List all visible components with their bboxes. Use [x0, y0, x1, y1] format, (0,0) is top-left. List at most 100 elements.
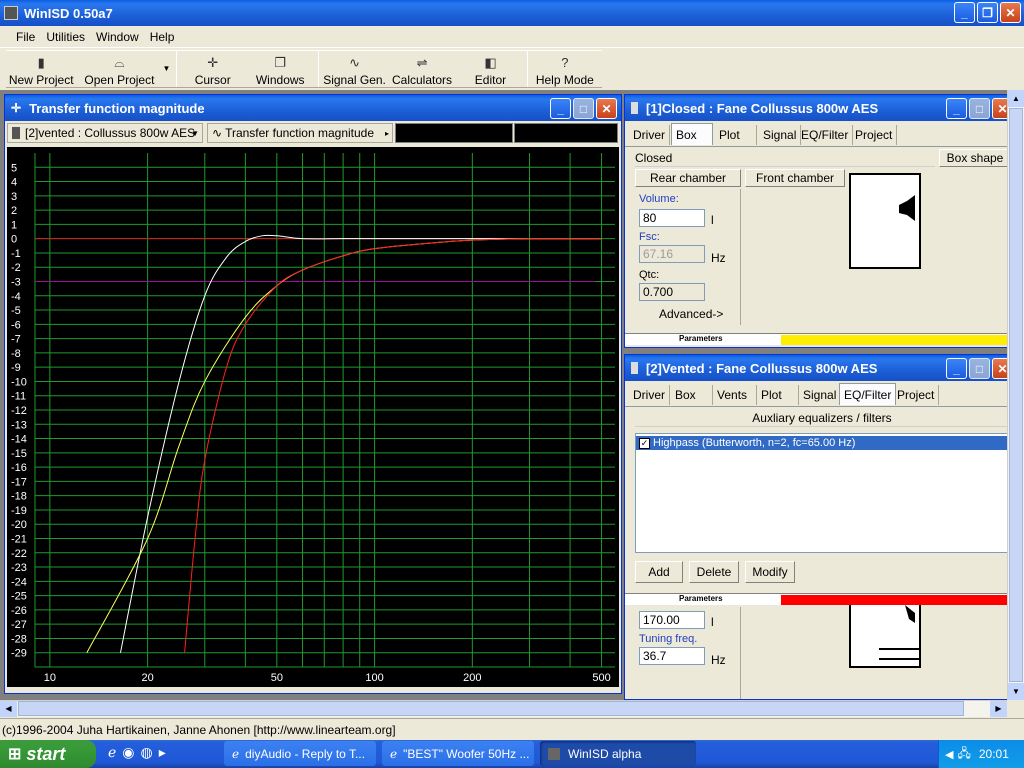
horizontal-scrollbar[interactable]: ◀ ▶: [0, 700, 1007, 717]
windows-button[interactable]: ❐ Windows: [242, 53, 318, 88]
tab-box[interactable]: Box: [671, 123, 713, 145]
media-icon[interactable]: ◉: [122, 744, 134, 761]
vented-minimize-button[interactable]: _: [946, 358, 967, 379]
list-item[interactable]: ✓ Highpass (Butterworth, n=2, fc=65.00 H…: [636, 436, 1007, 450]
volume-input[interactable]: 170.00: [639, 611, 705, 629]
x-tick-label: 100: [365, 672, 383, 684]
tab-project[interactable]: Project: [893, 385, 940, 405]
signal-gen-icon: ∿: [349, 55, 360, 70]
plot-window-title-bar[interactable]: ✛ Transfer function magnitude _ □ ✕: [5, 95, 621, 121]
menu-file[interactable]: File: [16, 30, 35, 44]
scroll-up-button[interactable]: ▲: [1008, 90, 1024, 107]
scroll-h-thumb[interactable]: [18, 701, 964, 716]
scroll-thumb[interactable]: [1009, 108, 1023, 682]
tab-vents[interactable]: Vents: [713, 385, 757, 405]
delete-button[interactable]: Delete: [689, 561, 739, 583]
vertical-scrollbar[interactable]: ▲ ▼: [1007, 90, 1024, 700]
task-button-winisd[interactable]: WinISD alpha: [540, 741, 696, 766]
network-icon[interactable]: 🖧: [957, 744, 970, 765]
tab-driver[interactable]: Driver: [629, 125, 670, 145]
scroll-left-button[interactable]: ◀: [0, 701, 17, 717]
help-mode-button[interactable]: ? Help Mode: [528, 53, 602, 88]
menu-utilities[interactable]: Utilities: [46, 30, 85, 44]
closed-window-title-bar[interactable]: [1]Closed : Fane Collussus 800w AES _ □ …: [625, 95, 1007, 121]
help-mode-icon: ?: [561, 55, 569, 70]
vented-window-title: [2]Vented : Fane Collussus 800w AES: [646, 360, 878, 376]
menu-window[interactable]: Window: [96, 30, 139, 44]
restore-button[interactable]: ❐: [977, 2, 998, 23]
plot-maximize-button[interactable]: □: [573, 98, 594, 119]
open-project-dropdown-icon[interactable]: ▼: [162, 64, 170, 73]
project-select[interactable]: [2]vented : Collussus 800w AES ▼: [7, 123, 203, 143]
plot-close-button[interactable]: ✕: [596, 98, 617, 119]
calculators-button[interactable]: ⇌ Calculators: [390, 53, 455, 88]
start-button[interactable]: ⊞ start: [0, 740, 96, 768]
tab-plot[interactable]: Plot: [715, 125, 757, 145]
app-quick-icon[interactable]: ◍: [141, 744, 153, 761]
filter-list[interactable]: ✓ Highpass (Butterworth, n=2, fc=65.00 H…: [635, 433, 1007, 553]
closed-minimize-button[interactable]: _: [946, 98, 967, 119]
plot-type-select[interactable]: ∿ Transfer function magnitude ▸: [207, 123, 393, 143]
vented-box-diagram: [849, 605, 921, 668]
front-chamber-button[interactable]: Front chamber: [745, 169, 845, 187]
closed-close-button[interactable]: ✕: [992, 98, 1007, 119]
player-icon[interactable]: ▸: [159, 744, 166, 761]
ie-icon[interactable]: ℯ: [108, 744, 116, 761]
parameters-status-fill: [781, 335, 1007, 345]
windows-label: Windows: [255, 73, 305, 87]
vented-window-title-bar[interactable]: [2]Vented : Fane Collussus 800w AES _ □ …: [625, 355, 1007, 381]
box-shape-button[interactable]: Box shape: [939, 149, 1007, 167]
tab-signal[interactable]: Signal: [759, 125, 802, 145]
vented-maximize-button[interactable]: □: [969, 358, 990, 379]
tab-plot[interactable]: Plot: [757, 385, 799, 405]
scroll-down-button[interactable]: ▼: [1008, 683, 1024, 700]
task-button-woofer[interactable]: ℯ "BEST" Woofer 50Hz ...: [382, 741, 534, 766]
tab-box[interactable]: Box: [671, 385, 713, 405]
plot-window: ✛ Transfer function magnitude _ □ ✕ [2]v…: [4, 94, 622, 694]
tab-eq-filter[interactable]: EQ/Filter: [839, 383, 897, 405]
help-mode-label: Help Mode: [535, 73, 594, 87]
y-tick-label: -20: [11, 519, 27, 531]
menu-help[interactable]: Help: [150, 30, 175, 44]
parameters-label: Parameters: [679, 594, 723, 603]
signal-gen-label: Signal Gen.: [323, 73, 386, 87]
transfer-function-chart[interactable]: 543210-1-2-3-4-5-6-7-8-9-10-11-12-13-14-…: [7, 147, 619, 687]
plot-minimize-button[interactable]: _: [550, 98, 571, 119]
rear-chamber-button[interactable]: Rear chamber: [635, 169, 741, 187]
status-text: (c)1996-2004 Juha Hartikainen, Janne Aho…: [2, 722, 396, 737]
modify-button[interactable]: Modify: [745, 561, 795, 583]
task-button-diyaudio[interactable]: ℯ diyAudio - Reply to T...: [224, 741, 376, 766]
y-tick-label: -6: [11, 319, 21, 331]
tab-eq-filter[interactable]: EQ/Filter: [797, 125, 854, 145]
close-button[interactable]: ✕: [1000, 2, 1021, 23]
new-project-button[interactable]: ▮ New Project: [6, 53, 76, 88]
windows-logo-icon: ⊞: [8, 746, 22, 763]
y-tick-label: 4: [11, 177, 17, 189]
volume-unit: l: [711, 213, 714, 227]
tab-signal[interactable]: Signal: [799, 385, 842, 405]
tuning-freq-input[interactable]: 36.7: [639, 647, 705, 665]
task-label: WinISD alpha: [568, 746, 642, 761]
open-project-button[interactable]: ⌓ Open Project: [76, 53, 162, 88]
filter-checkbox[interactable]: ✓: [639, 437, 650, 449]
editor-button[interactable]: ◧ Editor: [454, 53, 526, 88]
tab-driver[interactable]: Driver: [629, 385, 670, 405]
tab-project[interactable]: Project: [851, 125, 898, 145]
add-button[interactable]: Add: [635, 561, 683, 583]
minimize-button[interactable]: _: [954, 2, 975, 23]
fsc-label: Fsc:: [639, 231, 660, 243]
scroll-right-button[interactable]: ▶: [990, 701, 1007, 717]
parameters-label: Parameters: [679, 334, 723, 343]
volume-input[interactable]: 80: [639, 209, 705, 227]
cursor-readout-y: [514, 123, 618, 143]
x-tick-label: 200: [463, 672, 481, 684]
app-title-bar[interactable]: WinISD 0.50a7 _ ❐ ✕: [0, 0, 1024, 26]
vented-close-button[interactable]: ✕: [992, 358, 1007, 379]
tray-expand-icon[interactable]: ◀: [945, 748, 953, 761]
advanced-link[interactable]: Advanced->: [659, 307, 723, 321]
menu-bar: File Utilities Window Help: [0, 26, 1024, 48]
closed-maximize-button[interactable]: □: [969, 98, 990, 119]
signal-gen-button[interactable]: ∿ Signal Gen.: [319, 53, 389, 88]
new-project-label: New Project: [8, 73, 74, 87]
cursor-button[interactable]: ✛ Cursor: [183, 53, 242, 88]
